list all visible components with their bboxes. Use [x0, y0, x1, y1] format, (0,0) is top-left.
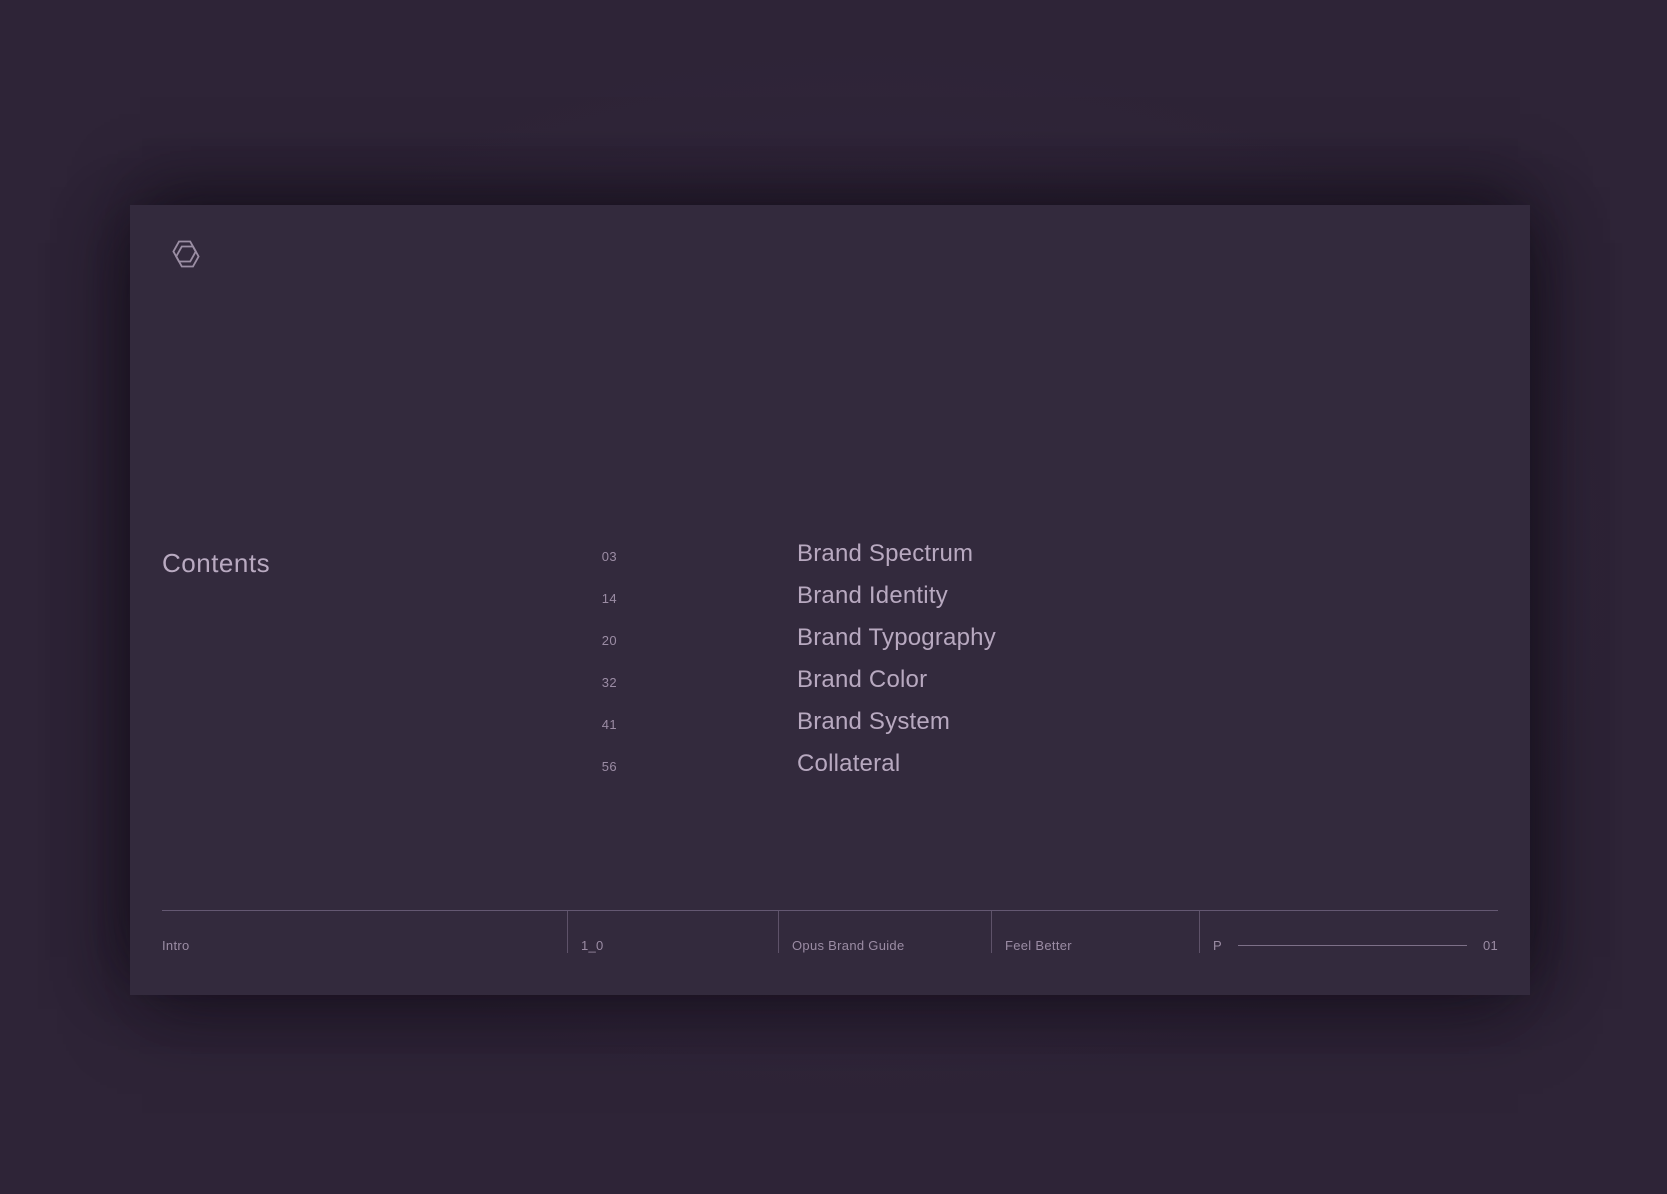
list-item[interactable]: 32 Brand Color — [577, 668, 1477, 710]
footer-section-text: Intro — [162, 938, 190, 953]
page-title: Contents — [162, 548, 271, 578]
toc-entry-title: Brand Color — [797, 666, 928, 693]
footer-page-prefix: P — [1213, 938, 1222, 953]
toc-entry-title: Brand Spectrum — [797, 540, 974, 567]
table-of-contents-list: 03 Brand Spectrum 14 Brand Identity 20 B… — [577, 542, 1477, 794]
hexagon-front — [175, 245, 200, 268]
footer-section-label: Intro — [162, 911, 567, 959]
opus-hexagon-logo-icon[interactable] — [162, 233, 208, 279]
toc-page-number: 41 — [601, 717, 617, 732]
footer-page-rule — [1237, 945, 1467, 946]
footer-tagline-text: Feel Better — [1005, 938, 1072, 953]
toc-entry-title: Collateral — [797, 750, 901, 777]
list-item[interactable]: 41 Brand System — [577, 710, 1477, 752]
footer-version-text: 1_0 — [581, 938, 604, 953]
list-item[interactable]: 20 Brand Typography — [577, 626, 1477, 668]
slide-footer: Intro 1_0 Opus Brand Guide Feel Better P… — [162, 910, 1498, 959]
toc-page-number: 20 — [601, 633, 617, 648]
list-item[interactable]: 56 Collateral — [577, 752, 1477, 794]
presentation-slide: Contents 03 Brand Spectrum 14 Brand Iden… — [130, 205, 1530, 995]
list-item[interactable]: 03 Brand Spectrum — [577, 542, 1477, 584]
footer-page-indicator: P 01 — [1199, 911, 1498, 959]
toc-entry-title: Brand Identity — [797, 582, 948, 609]
toc-page-number: 32 — [601, 675, 617, 690]
toc-page-number: 03 — [601, 549, 617, 564]
toc-entry-title: Brand Typography — [797, 624, 996, 651]
toc-entry-title: Brand System — [797, 708, 951, 735]
footer-document-text: Opus Brand Guide — [792, 938, 905, 953]
footer-tagline-label: Feel Better — [991, 911, 1199, 959]
list-item[interactable]: 14 Brand Identity — [577, 584, 1477, 626]
footer-page-number: 01 — [1482, 938, 1498, 953]
footer-version-label: 1_0 — [567, 911, 778, 959]
toc-page-number: 14 — [601, 591, 617, 606]
toc-page-number: 56 — [601, 759, 617, 774]
footer-document-label: Opus Brand Guide — [778, 911, 991, 959]
